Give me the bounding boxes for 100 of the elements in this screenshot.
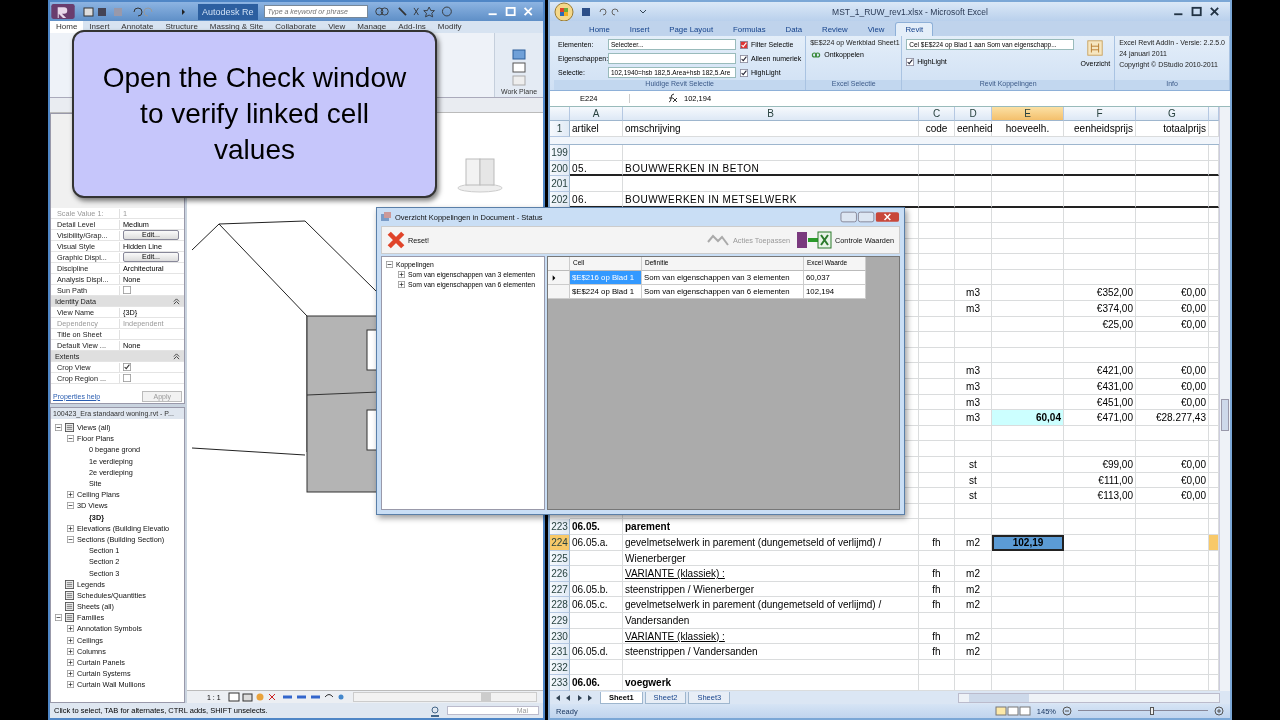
work-plane-icon[interactable]	[511, 48, 527, 88]
column-header[interactable]: A	[570, 107, 623, 122]
expand-toggle[interactable]	[398, 270, 405, 278]
help-tools-icons[interactable]	[373, 5, 454, 18]
expand-toggle[interactable]	[67, 647, 74, 655]
empty-cell	[919, 145, 955, 161]
zoom-in-icon[interactable]	[1214, 706, 1224, 717]
scrollbar[interactable]	[958, 692, 1220, 703]
worksets-icon[interactable]	[429, 704, 441, 717]
app-logo-icon[interactable]	[50, 3, 76, 20]
ribbon-tab[interactable]: Massing & Site	[203, 21, 270, 33]
empty-cell	[919, 612, 955, 629]
expand-toggle[interactable]	[55, 424, 62, 432]
expand-toggle[interactable]	[67, 502, 74, 510]
table-cell: Wienerberger	[623, 550, 919, 567]
expand-toggle[interactable]	[67, 681, 74, 689]
empty-cell	[1064, 254, 1136, 270]
checkbox[interactable]	[740, 54, 748, 63]
collapse-icon[interactable]	[173, 352, 180, 360]
table-cell: 05.	[570, 160, 623, 177]
ribbon-tab[interactable]: Insert	[83, 21, 116, 33]
ribbon-tab[interactable]: Home	[50, 21, 84, 33]
ribbon-tab[interactable]: Modify	[431, 21, 468, 33]
checkbox[interactable]	[123, 286, 131, 294]
row-number[interactable]: 1	[550, 121, 570, 138]
sheet-icon	[65, 590, 74, 600]
ribbon-tab[interactable]: Collaborate	[269, 21, 323, 33]
expand-toggle[interactable]	[67, 491, 74, 499]
table-cell: Vandersanden	[623, 612, 919, 629]
expand-toggle[interactable]	[67, 524, 74, 532]
column-header[interactable]: E	[992, 107, 1064, 122]
view-mode-icons[interactable]	[994, 706, 1031, 717]
empty-cell	[1064, 550, 1136, 567]
dropdown-field[interactable]	[608, 53, 736, 64]
column-header[interactable]: F	[1064, 107, 1136, 122]
expand-toggle[interactable]	[398, 280, 405, 288]
empty-cell	[1064, 503, 1136, 520]
table-cell: m2	[955, 581, 992, 598]
checkbox[interactable]	[123, 374, 131, 382]
checkbox[interactable]	[123, 363, 131, 371]
table-cell: m2	[955, 566, 992, 582]
expand-toggle[interactable]	[386, 260, 393, 268]
table-cell: €352,00	[1064, 285, 1136, 302]
empty-cell	[1064, 612, 1136, 629]
ribbon-tab[interactable]: Add-Ins	[392, 21, 432, 33]
expand-toggle[interactable]	[67, 435, 74, 443]
empty-cell	[919, 160, 955, 177]
row-number[interactable]: 228	[550, 597, 570, 613]
table-cell: steenstrippen / Vandersanden	[623, 644, 919, 660]
empty-cell	[955, 441, 992, 457]
table-cell: m2	[955, 597, 992, 613]
expand-toggle[interactable]	[67, 625, 74, 633]
ribbon-tab[interactable]: Manage	[351, 21, 393, 33]
column-header[interactable]: B	[623, 107, 919, 122]
row-number[interactable]: 231	[550, 644, 570, 660]
expand-toggle[interactable]	[67, 636, 74, 644]
table-cell: €374,00	[1064, 301, 1136, 317]
table-cell: €421,00	[1064, 363, 1136, 380]
table-cell: €0,00	[1136, 394, 1209, 411]
zoom-out-icon[interactable]	[1062, 706, 1072, 717]
scrollbar-thumb[interactable]	[1221, 399, 1229, 431]
empty-cell	[955, 160, 992, 177]
expand-toggle[interactable]	[67, 659, 74, 667]
checkbox[interactable]	[740, 68, 748, 77]
table-cell: €0,00	[1136, 316, 1209, 333]
sheet-icon	[65, 613, 74, 623]
table-cell: VARIANTE (klassiek) :	[623, 628, 919, 645]
expand-toggle[interactable]	[67, 670, 74, 678]
column-header[interactable]: C	[919, 107, 955, 122]
table-cell: fh	[919, 566, 955, 582]
sheet-navigation-icons[interactable]	[554, 693, 594, 702]
empty-cell	[955, 269, 992, 286]
table-cell: m3	[955, 379, 992, 395]
sheet-icon	[65, 602, 74, 612]
collapse-icon[interactable]	[173, 297, 180, 305]
ribbon-tab[interactable]: Structure	[159, 21, 204, 33]
scrollbar[interactable]	[1219, 107, 1230, 691]
table-cell: fh	[919, 581, 955, 598]
slider-thumb[interactable]	[1149, 707, 1154, 716]
row-number[interactable]: 226	[550, 566, 570, 582]
expand-toggle[interactable]	[55, 614, 62, 622]
column-header[interactable]: D	[955, 107, 992, 122]
empty-cell	[1064, 441, 1136, 457]
row-number[interactable]: 233	[550, 675, 570, 691]
empty-cell	[1064, 223, 1136, 239]
scrollbar-thumb[interactable]	[481, 693, 492, 701]
ribbon-tab[interactable]: Annotate	[115, 21, 160, 33]
row-number[interactable]: 223	[550, 519, 570, 535]
row-number[interactable]: 199	[550, 145, 570, 161]
column-header[interactable]: G	[1136, 107, 1209, 122]
expand-toggle[interactable]	[67, 535, 74, 543]
scrollbar[interactable]	[352, 692, 537, 702]
checkbox[interactable]	[740, 40, 748, 49]
scrollbar-thumb[interactable]	[969, 693, 1029, 702]
office-button-icon[interactable]	[554, 1, 574, 22]
table-cell: €113,00	[1064, 488, 1136, 504]
row-number[interactable]: 201	[550, 176, 570, 192]
ribbon-tab[interactable]: View	[322, 21, 352, 33]
checkbox[interactable]	[906, 57, 915, 66]
function-icon[interactable]	[666, 93, 678, 104]
